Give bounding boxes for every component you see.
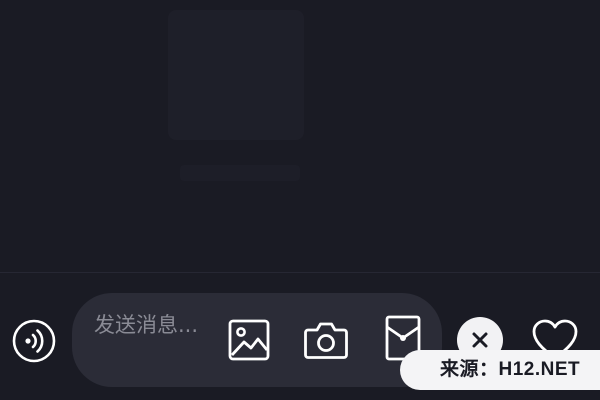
camera-button[interactable] bbox=[303, 317, 349, 363]
message-input-placeholder[interactable]: 发送消息... bbox=[94, 308, 204, 342]
chat-area bbox=[0, 0, 600, 272]
voice-button[interactable] bbox=[12, 319, 56, 363]
close-icon bbox=[471, 331, 489, 349]
faded-message-line bbox=[180, 165, 300, 181]
faded-message-card bbox=[168, 10, 304, 140]
camera-icon bbox=[303, 318, 349, 362]
image-button[interactable] bbox=[226, 317, 272, 363]
source-watermark: 来源：H12.NET bbox=[400, 350, 600, 390]
voice-icon bbox=[12, 319, 56, 363]
image-icon bbox=[227, 318, 271, 362]
